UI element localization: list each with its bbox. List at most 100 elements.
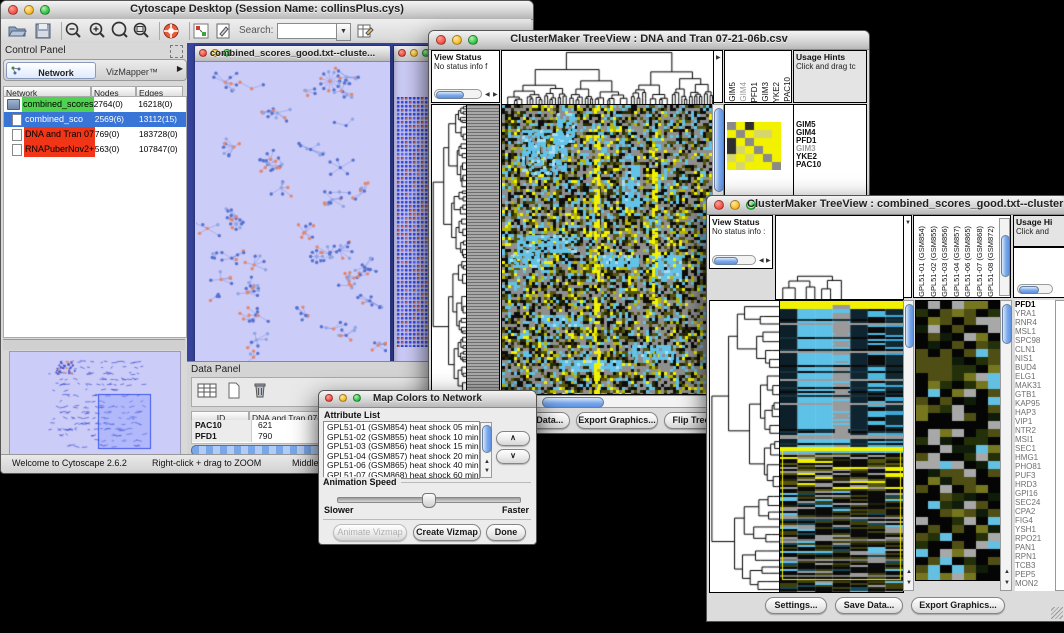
gene-label[interactable]: PAN1 — [1015, 543, 1055, 552]
gene-label[interactable]: PFD1 — [1015, 300, 1055, 309]
gene-label[interactable]: CLN1 — [1015, 345, 1055, 354]
gene-label[interactable]: SEC24 — [1015, 498, 1055, 507]
gene-label[interactable]: SEC1 — [1015, 444, 1055, 453]
gene-label[interactable]: MON2 — [1015, 579, 1055, 588]
treeview2-minimize-button[interactable] — [730, 200, 740, 210]
treeview2-vscrollbar[interactable]: ▲ ▼ — [903, 300, 914, 591]
treeview2-column-dendrogram[interactable] — [775, 215, 904, 300]
attribute-list-item[interactable]: GPL51-06 (GSM865) heat shock 40 min — [327, 461, 479, 471]
gene-label[interactable]: SPC98 — [1015, 336, 1055, 345]
scroll-down-icon[interactable]: ▼ — [1004, 580, 1010, 586]
gene-label[interactable]: TCB3 — [1015, 561, 1055, 570]
treeview2-titlebar[interactable]: ClusterMaker TreeView : combined_scores_… — [707, 196, 1064, 215]
treeview1-row-dendrogram[interactable] — [431, 104, 468, 395]
help-lifering-icon[interactable] — [161, 21, 181, 41]
scroll-down-icon[interactable]: ▼ — [484, 468, 490, 474]
gene-label[interactable]: KAP95 — [1015, 399, 1055, 408]
gene-label[interactable]: GTB1 — [1015, 390, 1055, 399]
gene-label[interactable]: CPA2 — [1015, 507, 1055, 516]
overview-divider[interactable] — [3, 339, 185, 350]
gene-label[interactable]: RNR4 — [1015, 318, 1055, 327]
treeview2-row-dendrogram[interactable] — [709, 300, 780, 593]
attribute-list-scrollbar[interactable]: ▲ ▼ — [480, 422, 492, 478]
new-attribute-icon[interactable] — [224, 381, 244, 401]
tab-vizmapper[interactable]: VizMapper™ — [98, 62, 166, 77]
gene-label[interactable]: VIP1 — [1015, 417, 1055, 426]
attribute-list-item[interactable]: GPL51-04 (GSM857) heat shock 20 min — [327, 452, 479, 462]
network-list-row[interactable]: DNA and Tran 07 769(0) 183728(0) — [4, 127, 186, 142]
gene-label[interactable]: MSL1 — [1015, 327, 1055, 336]
animate-vizmap-button[interactable]: Animate Vizmap — [333, 524, 407, 541]
gene-label[interactable]: FIG4 — [1015, 516, 1055, 525]
treeview1-heatmap-canvas[interactable] — [501, 104, 714, 395]
open-file-icon[interactable] — [7, 21, 27, 41]
scroll-up-icon[interactable]: ▲ — [484, 459, 490, 465]
scroll-right-icon[interactable]: ▶ — [493, 92, 498, 98]
frame2-close-button[interactable] — [398, 49, 406, 57]
view-status-scrollbar[interactable] — [712, 255, 756, 265]
treeview2-save-data-button[interactable]: Save Data... — [835, 597, 903, 614]
move-attribute-up-button[interactable]: ∧ — [496, 431, 530, 446]
treeview2-collabel-vscrollbar[interactable] — [999, 218, 1010, 296]
attribute-list-item[interactable]: GPL51-03 (GSM856) heat shock 15 min — [327, 442, 479, 452]
network-list-row[interactable]: combined_scores 2764(0) 16218(0) — [4, 97, 186, 112]
gene-label[interactable]: ELG1 — [1015, 372, 1055, 381]
attribute-list-item[interactable]: GPL51-02 (GSM855) heat shock 10 min — [327, 433, 479, 443]
save-session-icon[interactable] — [33, 21, 53, 41]
gene-label[interactable]: RPO21 — [1015, 534, 1055, 543]
float-panel-icon[interactable] — [170, 45, 183, 58]
gene-label[interactable]: NTR2 — [1015, 426, 1055, 435]
animation-speed-slider[interactable] — [337, 497, 521, 503]
network-list-row[interactable]: combined_sco 2569(6) 13112(15) — [4, 112, 186, 127]
gene-label[interactable]: YSH1 — [1015, 525, 1055, 534]
treeview2-close-button[interactable] — [714, 200, 724, 210]
treeview1-zoom-heatmap[interactable] — [727, 122, 781, 170]
treeview2-zoom-heatmap-canvas[interactable] — [915, 300, 1001, 581]
frame2-minimize-button[interactable] — [410, 49, 418, 57]
treeview1-export-graphics-button[interactable]: Export Graphics... — [576, 412, 658, 429]
scroll-left-icon[interactable]: ◀ — [485, 92, 490, 98]
gene-label[interactable]: RPN1 — [1015, 552, 1055, 561]
slider-thumb[interactable] — [422, 493, 436, 508]
gene-label[interactable]: PEP5 — [1015, 570, 1055, 579]
vizmap-nodes-icon[interactable] — [191, 21, 211, 41]
scroll-right-icon[interactable]: ▶ — [766, 258, 771, 264]
dialog-titlebar[interactable]: Map Colors to Network — [319, 391, 536, 408]
treeview1-titlebar[interactable]: ClusterMaker TreeView : DNA and Tran 07-… — [429, 31, 869, 50]
tab-network[interactable]: Network — [6, 62, 96, 79]
tab-overflow-button[interactable]: ▶ — [177, 64, 183, 73]
usage-hints-scrollbar[interactable] — [1017, 284, 1053, 294]
gene-label[interactable]: PUF3 — [1015, 471, 1055, 480]
main-titlebar[interactable]: Cytoscape Desktop (Session Name: collins… — [1, 1, 533, 20]
create-vizmap-button[interactable]: Create Vizmap — [413, 524, 481, 541]
scroll-up-icon[interactable]: ▲ — [906, 569, 912, 575]
attribute-table-icon[interactable] — [355, 21, 375, 41]
scroll-up-icon[interactable]: ▲ — [1004, 569, 1010, 575]
resize-grip[interactable] — [1051, 607, 1063, 619]
treeview2-heatmap-canvas[interactable] — [779, 300, 904, 593]
gene-label[interactable]: HAP3 — [1015, 408, 1055, 417]
spacer-arrow-icon[interactable]: ▼ — [905, 220, 911, 226]
delete-attribute-icon[interactable] — [250, 380, 270, 400]
gene-label[interactable]: HMG1 — [1015, 453, 1055, 462]
treeview2-settings-button[interactable]: Settings... — [765, 597, 827, 614]
gene-label[interactable]: MSI1 — [1015, 435, 1055, 444]
network-overview-thumbnail[interactable] — [9, 351, 181, 461]
treeview2-export-graphics-button[interactable]: Export Graphics... — [911, 597, 1005, 614]
treeview1-column-dendrogram[interactable] — [501, 50, 714, 105]
gene-label[interactable]: GPI16 — [1015, 489, 1055, 498]
gene-label[interactable]: PHO81 — [1015, 462, 1055, 471]
attribute-list-item[interactable]: GPL51-01 (GSM854) heat shock 05 min — [327, 423, 479, 433]
gene-label[interactable]: HRD3 — [1015, 480, 1055, 489]
gene-label[interactable]: YRA1 — [1015, 309, 1055, 318]
scroll-down-icon[interactable]: ▼ — [906, 580, 912, 586]
zoom-in-icon[interactable] — [87, 21, 107, 41]
scroll-left-icon[interactable]: ◀ — [759, 258, 764, 264]
done-button[interactable]: Done — [486, 524, 526, 541]
network-view-2-canvas[interactable] — [396, 97, 430, 347]
zoom-fit-icon[interactable] — [131, 21, 151, 41]
search-dropdown-button[interactable]: ▼ — [336, 23, 351, 41]
select-attributes-icon[interactable] — [196, 381, 216, 401]
view-status-scrollbar[interactable] — [434, 89, 482, 99]
gene-label[interactable]: BUD4 — [1015, 363, 1055, 372]
